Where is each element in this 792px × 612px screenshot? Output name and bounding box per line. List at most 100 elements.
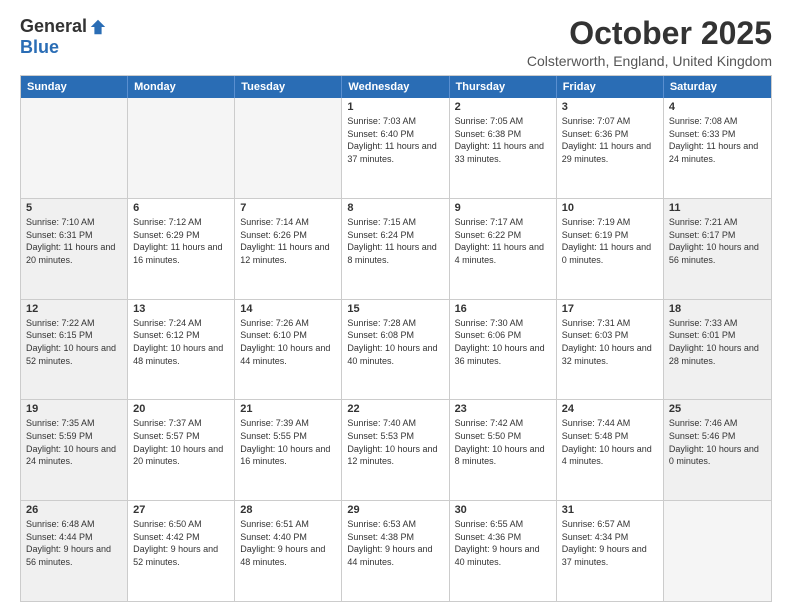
calendar-header: SundayMondayTuesdayWednesdayThursdayFrid… (21, 76, 771, 98)
day-number: 8 (347, 202, 443, 214)
day-info: Sunrise: 7:07 AM Sunset: 6:36 PM Dayligh… (562, 115, 658, 165)
day-number: 30 (455, 504, 551, 516)
day-number: 7 (240, 202, 336, 214)
page: General Blue October 2025 Colsterworth, … (0, 0, 792, 612)
header: General Blue October 2025 Colsterworth, … (20, 16, 772, 69)
day-info: Sunrise: 6:55 AM Sunset: 4:36 PM Dayligh… (455, 518, 551, 568)
day-cell-3: 3 Sunrise: 7:07 AM Sunset: 6:36 PM Daylig… (557, 98, 664, 198)
day-number: 10 (562, 202, 658, 214)
day-cell-6: 6Sunrise: 7:12 AM Sunset: 6:29 PM Daylig… (128, 199, 235, 299)
day-number: 12 (26, 303, 122, 315)
day-cell-17: 17 Sunrise: 7:31 AM Sunset: 6:03 PM Dayli… (557, 300, 664, 400)
day-cell-28: 28 Sunrise: 6:51 AM Sunset: 4:40 PM Dayli… (235, 501, 342, 601)
day-cell-14: 14Sunrise: 7:26 AM Sunset: 6:10 PM Dayli… (235, 300, 342, 400)
day-info: Sunrise: 7:17 AM Sunset: 6:22 PM Dayligh… (455, 216, 551, 266)
day-number: 17 (562, 303, 658, 315)
day-cell-22: 22 Sunrise: 7:40 AM Sunset: 5:53 PM Dayli… (342, 400, 449, 500)
day-info: Sunrise: 6:53 AM Sunset: 4:38 PM Dayligh… (347, 518, 443, 568)
day-cell-31: 31Sunrise: 6:57 AM Sunset: 4:34 PM Dayli… (557, 501, 664, 601)
calendar-row-0: 1 Sunrise: 7:03 AM Sunset: 6:40 PM Daylig… (21, 98, 771, 198)
day-number: 11 (669, 202, 766, 214)
day-cell-19: 19 Sunrise: 7:35 AM Sunset: 5:59 PM Dayli… (21, 400, 128, 500)
day-number: 2 (455, 101, 551, 113)
day-cell-9: 9 Sunrise: 7:17 AM Sunset: 6:22 PM Daylig… (450, 199, 557, 299)
day-info: Sunrise: 7:39 AM Sunset: 5:55 PM Dayligh… (240, 417, 336, 467)
day-info: Sunrise: 7:30 AM Sunset: 6:06 PM Dayligh… (455, 317, 551, 367)
day-cell-2: 2 Sunrise: 7:05 AM Sunset: 6:38 PM Daylig… (450, 98, 557, 198)
day-info: Sunrise: 7:37 AM Sunset: 5:57 PM Dayligh… (133, 417, 229, 467)
day-cell-18: 18 Sunrise: 7:33 AM Sunset: 6:01 PM Dayli… (664, 300, 771, 400)
day-number: 16 (455, 303, 551, 315)
day-number: 29 (347, 504, 443, 516)
day-number: 18 (669, 303, 766, 315)
day-info: Sunrise: 6:51 AM Sunset: 4:40 PM Dayligh… (240, 518, 336, 568)
day-number: 23 (455, 403, 551, 415)
day-info: Sunrise: 7:15 AM Sunset: 6:24 PM Dayligh… (347, 216, 443, 266)
day-cell-21: 21 Sunrise: 7:39 AM Sunset: 5:55 PM Dayli… (235, 400, 342, 500)
day-cell-27: 27 Sunrise: 6:50 AM Sunset: 4:42 PM Dayli… (128, 501, 235, 601)
day-number: 9 (455, 202, 551, 214)
day-cell-12: 12 Sunrise: 7:22 AM Sunset: 6:15 PM Dayli… (21, 300, 128, 400)
location: Colsterworth, England, United Kingdom (527, 53, 772, 69)
day-info: Sunrise: 7:03 AM Sunset: 6:40 PM Dayligh… (347, 115, 443, 165)
day-number: 14 (240, 303, 336, 315)
day-cell-25: 25 Sunrise: 7:46 AM Sunset: 5:46 PM Dayli… (664, 400, 771, 500)
day-number: 1 (347, 101, 443, 113)
day-number: 3 (562, 101, 658, 113)
day-info: Sunrise: 6:48 AM Sunset: 4:44 PM Dayligh… (26, 518, 122, 568)
day-number: 19 (26, 403, 122, 415)
day-info: Sunrise: 7:22 AM Sunset: 6:15 PM Dayligh… (26, 317, 122, 367)
day-cell-23: 23Sunrise: 7:42 AM Sunset: 5:50 PM Dayli… (450, 400, 557, 500)
logo-general: General (20, 16, 87, 37)
day-info: Sunrise: 7:10 AM Sunset: 6:31 PM Dayligh… (26, 216, 122, 266)
day-number: 20 (133, 403, 229, 415)
day-number: 28 (240, 504, 336, 516)
day-info: Sunrise: 7:40 AM Sunset: 5:53 PM Dayligh… (347, 417, 443, 467)
calendar-row-4: 26Sunrise: 6:48 AM Sunset: 4:44 PM Dayli… (21, 500, 771, 601)
title-block: October 2025 Colsterworth, England, Unit… (527, 16, 772, 69)
day-info: Sunrise: 7:05 AM Sunset: 6:38 PM Dayligh… (455, 115, 551, 165)
empty-cell-0-0 (21, 98, 128, 198)
day-number: 13 (133, 303, 229, 315)
day-info: Sunrise: 7:33 AM Sunset: 6:01 PM Dayligh… (669, 317, 766, 367)
empty-cell-0-1 (128, 98, 235, 198)
day-info: Sunrise: 7:44 AM Sunset: 5:48 PM Dayligh… (562, 417, 658, 467)
day-cell-7: 7Sunrise: 7:14 AM Sunset: 6:26 PM Daylig… (235, 199, 342, 299)
day-number: 27 (133, 504, 229, 516)
day-info: Sunrise: 7:19 AM Sunset: 6:19 PM Dayligh… (562, 216, 658, 266)
day-info: Sunrise: 7:46 AM Sunset: 5:46 PM Dayligh… (669, 417, 766, 467)
day-info: Sunrise: 7:31 AM Sunset: 6:03 PM Dayligh… (562, 317, 658, 367)
calendar-body: 1 Sunrise: 7:03 AM Sunset: 6:40 PM Daylig… (21, 98, 771, 601)
day-number: 31 (562, 504, 658, 516)
empty-cell-0-2 (235, 98, 342, 198)
calendar-row-3: 19 Sunrise: 7:35 AM Sunset: 5:59 PM Dayli… (21, 399, 771, 500)
day-cell-26: 26Sunrise: 6:48 AM Sunset: 4:44 PM Dayli… (21, 501, 128, 601)
day-cell-30: 30 Sunrise: 6:55 AM Sunset: 4:36 PM Dayli… (450, 501, 557, 601)
day-number: 5 (26, 202, 122, 214)
header-day-friday: Friday (557, 76, 664, 98)
calendar-row-1: 5 Sunrise: 7:10 AM Sunset: 6:31 PM Daylig… (21, 198, 771, 299)
empty-cell-4-6 (664, 501, 771, 601)
day-cell-10: 10 Sunrise: 7:19 AM Sunset: 6:19 PM Dayli… (557, 199, 664, 299)
day-number: 6 (133, 202, 229, 214)
day-number: 25 (669, 403, 766, 415)
day-number: 4 (669, 101, 766, 113)
day-cell-13: 13 Sunrise: 7:24 AM Sunset: 6:12 PM Dayli… (128, 300, 235, 400)
day-info: Sunrise: 7:35 AM Sunset: 5:59 PM Dayligh… (26, 417, 122, 467)
day-info: Sunrise: 7:24 AM Sunset: 6:12 PM Dayligh… (133, 317, 229, 367)
logo-text: General (20, 16, 107, 37)
calendar-row-2: 12 Sunrise: 7:22 AM Sunset: 6:15 PM Dayli… (21, 299, 771, 400)
day-info: Sunrise: 7:21 AM Sunset: 6:17 PM Dayligh… (669, 216, 766, 266)
day-info: Sunrise: 7:28 AM Sunset: 6:08 PM Dayligh… (347, 317, 443, 367)
day-info: Sunrise: 7:08 AM Sunset: 6:33 PM Dayligh… (669, 115, 766, 165)
day-cell-1: 1 Sunrise: 7:03 AM Sunset: 6:40 PM Daylig… (342, 98, 449, 198)
header-day-tuesday: Tuesday (235, 76, 342, 98)
day-number: 21 (240, 403, 336, 415)
logo-blue: Blue (20, 37, 59, 58)
day-cell-16: 16 Sunrise: 7:30 AM Sunset: 6:06 PM Dayli… (450, 300, 557, 400)
header-day-monday: Monday (128, 76, 235, 98)
day-cell-11: 11 Sunrise: 7:21 AM Sunset: 6:17 PM Dayli… (664, 199, 771, 299)
day-info: Sunrise: 6:50 AM Sunset: 4:42 PM Dayligh… (133, 518, 229, 568)
day-number: 22 (347, 403, 443, 415)
logo: General Blue (20, 16, 107, 58)
